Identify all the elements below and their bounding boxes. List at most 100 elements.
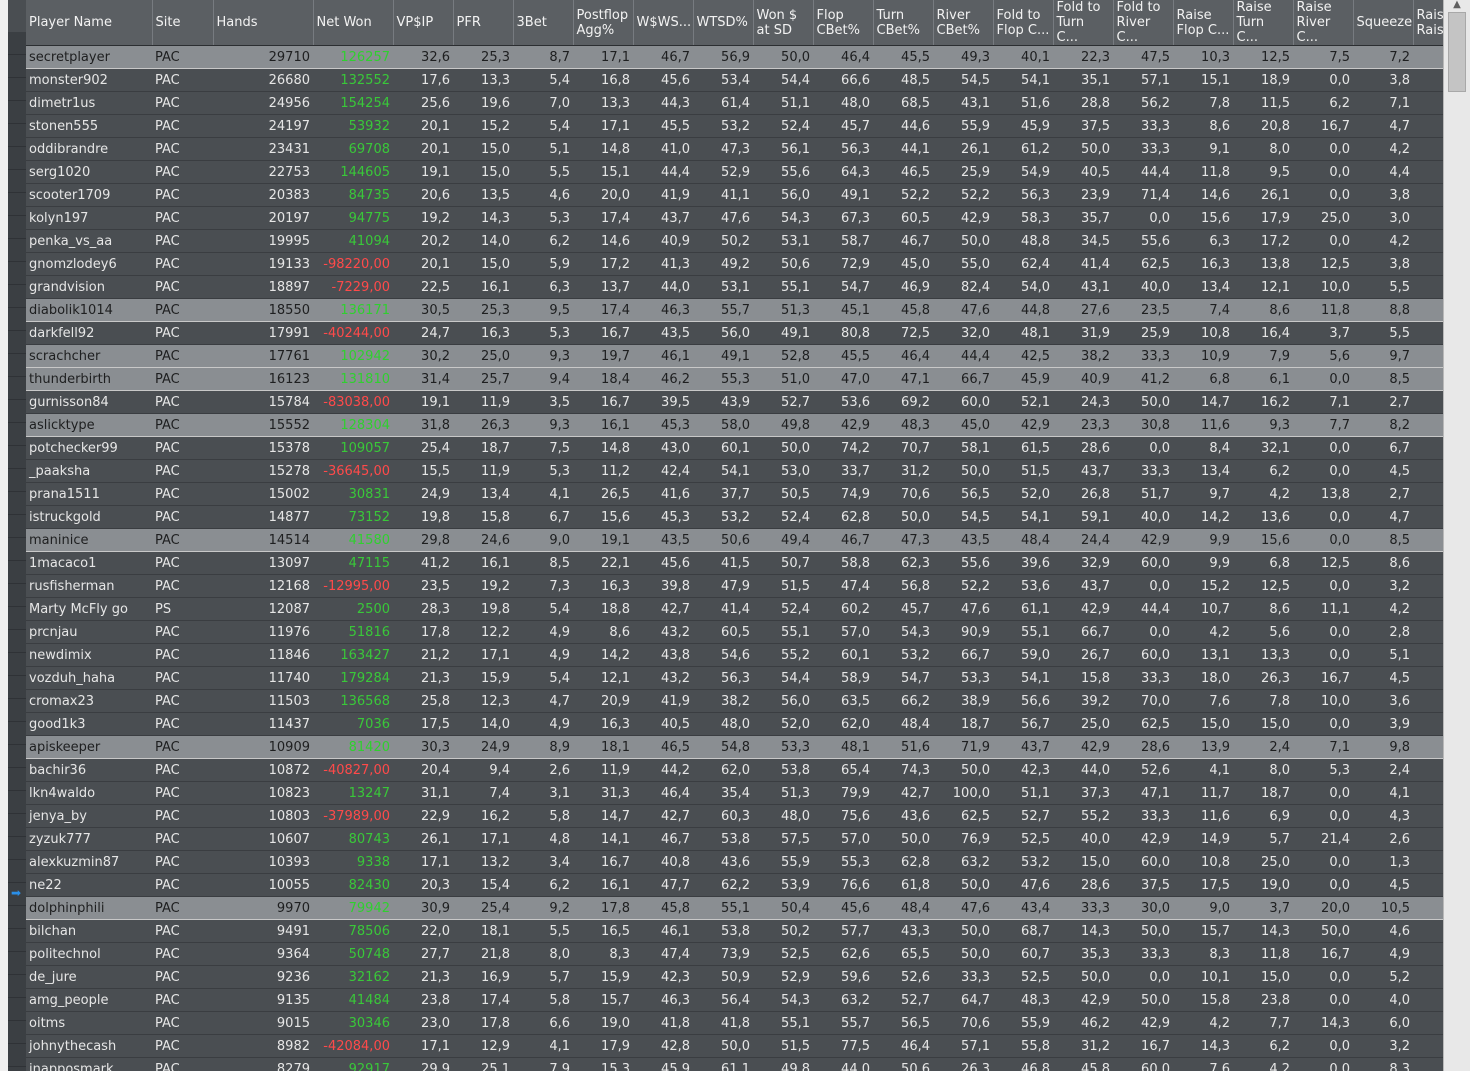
table-row[interactable]: johnythecash PAC 8982 -42084,00 17,1 12,9 4,1 1…	[26, 1034, 1443, 1058]
table-row[interactable]: apiskeeper PAC 10909 81420 30,3 24,9 8,9 18,1 46…	[26, 735, 1443, 759]
table-row[interactable]: penka_vs_aa PAC 19995 41094 20,2 14,0 6,2 14,6 4…	[26, 229, 1443, 253]
table-row[interactable]: _paaksha PAC 15278 -36645,00 15,5 11,9 5,3 11,2…	[26, 459, 1443, 483]
column-header[interactable]: Fold to River C...	[1113, 0, 1174, 46]
row-marker[interactable]	[8, 906, 26, 929]
row-marker[interactable]	[8, 101, 26, 124]
row-marker[interactable]	[8, 78, 26, 101]
table-row[interactable]: thunderbirth PAC 16123 131810 31,4 25,7 9,4 18,…	[26, 367, 1443, 391]
table-row[interactable]: inapposmark PAC 8279 92917 29,9 25,1 7,9 15,3 45…	[26, 1057, 1443, 1071]
row-marker[interactable]	[8, 170, 26, 193]
column-header[interactable]: Site	[152, 0, 214, 46]
row-marker[interactable]	[8, 768, 26, 791]
table-row[interactable]: lkn4waldo PAC 10823 13247 31,1 7,4 3,1 31,3 46,4…	[26, 781, 1443, 805]
table-row[interactable]: alexkuzmin87 PAC 10393 9338 17,1 13,2 3,4 16,7 4…	[26, 850, 1443, 874]
column-header[interactable]: Raise Flop C...	[1173, 0, 1234, 46]
column-header[interactable]: Hands	[213, 0, 314, 46]
row-marker[interactable]	[8, 262, 26, 285]
table-row[interactable]: prcnjau PAC 11976 51816 17,8 12,2 4,9 8,6 43,2 60…	[26, 620, 1443, 644]
column-header[interactable]: Net Won	[313, 0, 394, 46]
table-row[interactable]: gurnisson84 PAC 15784 -83038,00 19,1 11,9 3,5 1…	[26, 390, 1443, 414]
row-marker[interactable]	[8, 538, 26, 561]
table-row[interactable]: amg_people PAC 9135 41484 23,8 17,4 5,8 15,7 46,…	[26, 988, 1443, 1012]
row-marker[interactable]	[8, 32, 26, 55]
row-marker[interactable]	[8, 124, 26, 147]
table-row[interactable]: jenya_by PAC 10803 -37989,00 22,9 16,2 5,8 14,7…	[26, 804, 1443, 828]
row-marker[interactable]	[8, 791, 26, 814]
table-row[interactable]: zyzuk777 PAC 10607 80743 26,1 17,1 4,8 14,1 46,7…	[26, 827, 1443, 851]
column-header[interactable]: Postflop Agg%	[573, 0, 634, 46]
row-marker[interactable]	[8, 837, 26, 860]
table-row[interactable]: kolyn197 PAC 20197 94775 19,2 14,3 5,3 17,4 43,7…	[26, 206, 1443, 230]
table-row[interactable]: maninice PAC 14514 41580 29,8 24,6 9,0 19,1 43,5…	[26, 528, 1443, 552]
row-marker[interactable]	[8, 814, 26, 837]
player-stats-grid[interactable]: Player Name Site Hands Net Won VP$IP PFR 3Bet P…	[26, 0, 1443, 1071]
row-marker[interactable]	[8, 515, 26, 538]
column-header[interactable]: PFR	[453, 0, 514, 46]
table-row[interactable]: 1macaco1 PAC 13097 47115 41,2 16,1 8,5 22,1 45,6…	[26, 551, 1443, 575]
row-marker[interactable]	[8, 55, 26, 78]
scroll-up-arrow-icon[interactable]: ▲	[1448, 0, 1466, 12]
table-row[interactable]: vozduh_haha PAC 11740 179284 21,3 15,9 5,4 12,1…	[26, 666, 1443, 690]
row-marker[interactable]	[8, 699, 26, 722]
row-marker[interactable]	[8, 1021, 26, 1044]
row-marker[interactable]	[8, 1044, 26, 1067]
row-marker[interactable]	[8, 377, 26, 400]
row-marker[interactable]	[8, 653, 26, 676]
table-row[interactable]: monster902 PAC 26680 132552 17,6 13,3 5,4 16,8 4…	[26, 68, 1443, 92]
table-row[interactable]: oitms PAC 9015 30346 23,0 17,8 6,6 19,0 41,8 41,8…	[26, 1011, 1443, 1035]
column-header[interactable]: WTSD%	[693, 0, 754, 46]
table-row[interactable]: bilchan PAC 9491 78506 22,0 18,1 5,5 16,5 46,1 53…	[26, 919, 1443, 943]
table-row[interactable]: stonen555 PAC 24197 53932 20,1 15,2 5,4 17,1 45,…	[26, 114, 1443, 138]
table-row[interactable]: darkfell92 PAC 17991 -40244,00 24,7 16,3 5,3 16…	[26, 321, 1443, 345]
table-row[interactable]: ne22 PAC 10055 82430 20,3 15,4 6,2 16,1 47,7 62,2…	[26, 873, 1443, 897]
table-row[interactable]: dimetr1us PAC 24956 154254 25,6 19,6 7,0 13,3 44…	[26, 91, 1443, 115]
row-marker[interactable]	[8, 400, 26, 423]
row-marker[interactable]	[8, 239, 26, 262]
column-header[interactable]: Fold to Turn C...	[1053, 0, 1114, 46]
row-marker[interactable]	[8, 998, 26, 1021]
row-marker[interactable]	[8, 929, 26, 952]
table-row[interactable]: newdimix PAC 11846 163427 21,2 17,1 4,9 14,2 43,…	[26, 643, 1443, 667]
table-row[interactable]: good1k3 PAC 11437 7036 17,5 14,0 4,9 16,3 40,5 48…	[26, 712, 1443, 736]
row-marker[interactable]	[8, 860, 26, 883]
table-row[interactable]: scooter1709 PAC 20383 84735 20,6 13,5 4,6 20,0 4…	[26, 183, 1443, 207]
table-row[interactable]: rusfisherman PAC 12168 -12995,00 23,5 19,2 7,3…	[26, 574, 1443, 598]
table-row[interactable]: diabolik1014 PAC 18550 136171 30,5 25,3 9,5 17,…	[26, 298, 1443, 322]
row-marker[interactable]	[8, 607, 26, 630]
column-header[interactable]: VP$IP	[393, 0, 454, 46]
row-marker[interactable]	[8, 676, 26, 699]
row-marker[interactable]	[8, 446, 26, 469]
column-header[interactable]: River CBet%	[933, 0, 994, 46]
table-row[interactable]: istruckgold PAC 14877 73152 19,8 15,8 6,7 15,6 4…	[26, 505, 1443, 529]
table-row[interactable]: prana1511 PAC 15002 30831 24,9 13,4 4,1 26,5 41,…	[26, 482, 1443, 506]
row-marker[interactable]	[8, 469, 26, 492]
row-marker[interactable]	[8, 492, 26, 515]
table-row[interactable]: dolphinphili PAC 9970 79942 30,9 25,4 9,2 17,8 4…	[26, 896, 1443, 920]
column-header[interactable]: Player Name	[26, 0, 153, 46]
row-marker[interactable]	[8, 193, 26, 216]
row-marker[interactable]	[8, 952, 26, 975]
column-header[interactable]: Flop CBet%	[813, 0, 874, 46]
table-row[interactable]: grandvision PAC 18897 -7229,00 22,5 16,1 6,3 13…	[26, 275, 1443, 299]
row-marker[interactable]	[8, 147, 26, 170]
table-row[interactable]: Marty McFly go PS 12087 2500 28,3 19,8 5,4 18,8…	[26, 597, 1443, 621]
row-marker[interactable]	[8, 745, 26, 768]
table-row[interactable]: scrachcher PAC 17761 102942 30,2 25,0 9,3 19,7 4…	[26, 344, 1443, 368]
row-marker[interactable]	[8, 423, 26, 446]
column-header[interactable]: Won $ at SD	[753, 0, 814, 46]
row-marker[interactable]	[8, 584, 26, 607]
row-marker[interactable]	[8, 722, 26, 745]
column-header[interactable]: 3Bet	[513, 0, 574, 46]
table-row[interactable]: potchecker99 PAC 15378 109057 25,4 18,7 7,5 14,…	[26, 436, 1443, 460]
table-row[interactable]: de_jure PAC 9236 32162 21,3 16,9 5,7 15,9 42,3 50…	[26, 965, 1443, 989]
row-marker[interactable]	[8, 216, 26, 239]
scrollbar-thumb[interactable]	[1448, 12, 1466, 92]
row-marker[interactable]	[8, 308, 26, 331]
table-row[interactable]: politechnol PAC 9364 50748 27,7 21,8 8,0 8,3 47,…	[26, 942, 1443, 966]
table-row[interactable]: aslicktype PAC 15552 128304 31,8 26,3 9,3 16,1 4…	[26, 413, 1443, 437]
row-marker[interactable]	[8, 561, 26, 584]
column-header[interactable]: Raise Turn C...	[1233, 0, 1294, 46]
table-row[interactable]: serg1020 PAC 22753 144605 19,1 15,0 5,5 15,1 44,…	[26, 160, 1443, 184]
vertical-scrollbar[interactable]: ▲	[1443, 0, 1470, 1071]
column-header[interactable]: W$WS...	[633, 0, 694, 46]
